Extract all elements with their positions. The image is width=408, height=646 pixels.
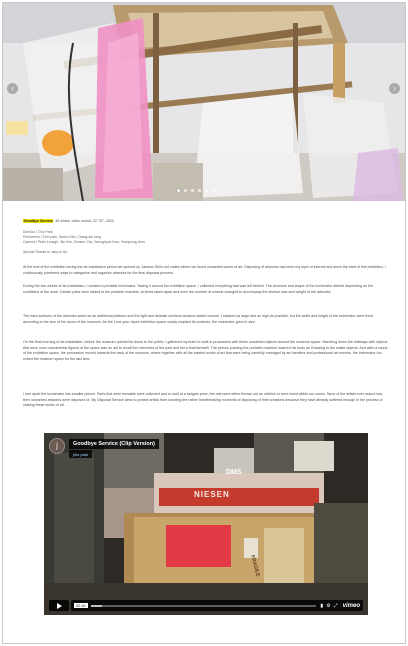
author-avatar[interactable]: j (49, 438, 65, 454)
sign-dms: DMS (226, 469, 242, 476)
credits-block: Director / 2 for Park Performers / 3 for… (23, 230, 393, 244)
play-button[interactable] (49, 600, 69, 611)
video-author-link[interactable]: jiho park (69, 450, 93, 458)
control-icons: ▮ ⚙ ⤢ vimeo (320, 603, 360, 609)
paragraph-3: The hard surfaces of the artworks acted … (23, 314, 374, 324)
video-title[interactable]: Goodbye Service (Clip Version) (69, 439, 159, 449)
carousel-dot[interactable] (184, 189, 187, 192)
artwork-title-highlight: Goodbye Service (23, 219, 54, 223)
paragraph-1: At the end of the exhibition during the … (23, 265, 386, 275)
video-controls: 02:16 ▮ ⚙ ⤢ vimeo (49, 600, 363, 611)
carousel-dot[interactable] (205, 189, 208, 192)
carousel-dots[interactable] (177, 189, 215, 192)
play-icon (56, 602, 62, 609)
paragraph-5: I tore apart the incinerator into smalle… (23, 392, 383, 408)
progress-fill (90, 604, 102, 607)
carousel-dot[interactable] (212, 189, 215, 192)
hero-photo (3, 3, 405, 201)
page-frame: ‹ › Goodbye Service, 45 slides, video so… (2, 2, 406, 644)
credit-camera: Camera / Peter Lensgh, Jiiu Kim, Eunsun … (23, 239, 145, 244)
progress-bar-container: 02:16 ▮ ⚙ ⤢ vimeo (71, 600, 363, 611)
video-time: 02:16 (74, 603, 88, 608)
sign-niesen: NIESEN (194, 490, 230, 499)
progress-track[interactable] (90, 604, 317, 607)
carousel-dot[interactable] (191, 189, 194, 192)
hero-carousel[interactable]: ‹ › (3, 3, 405, 201)
artwork-meta: Goodbye Service, 45 slides, video sound,… (23, 219, 393, 224)
chevron-right-icon[interactable]: › (389, 83, 400, 94)
settings-icon[interactable]: ⚙ (326, 603, 330, 609)
chevron-left-icon[interactable]: ‹ (7, 83, 18, 94)
carousel-dot[interactable] (177, 189, 180, 192)
vimeo-logo[interactable]: vimeo (343, 603, 360, 609)
video-embed[interactable]: DMS NIESEN FRAGILE j Goodbye Service (Cl… (44, 433, 368, 615)
volume-icon[interactable]: ▮ (320, 603, 323, 609)
special-thanks: Special Thanks to Jaeyun Ha (23, 250, 68, 254)
fullscreen-icon[interactable]: ⤢ (334, 603, 338, 609)
paragraph-4: On the final morning of de-installation,… (23, 340, 388, 361)
video-frame (44, 433, 368, 615)
carousel-dot[interactable] (198, 189, 201, 192)
artwork-meta-details: , 45 slides, video sound, 22' 32", 2020 (53, 219, 114, 223)
paragraph-2: During the two weeks of de-installation,… (23, 284, 374, 294)
